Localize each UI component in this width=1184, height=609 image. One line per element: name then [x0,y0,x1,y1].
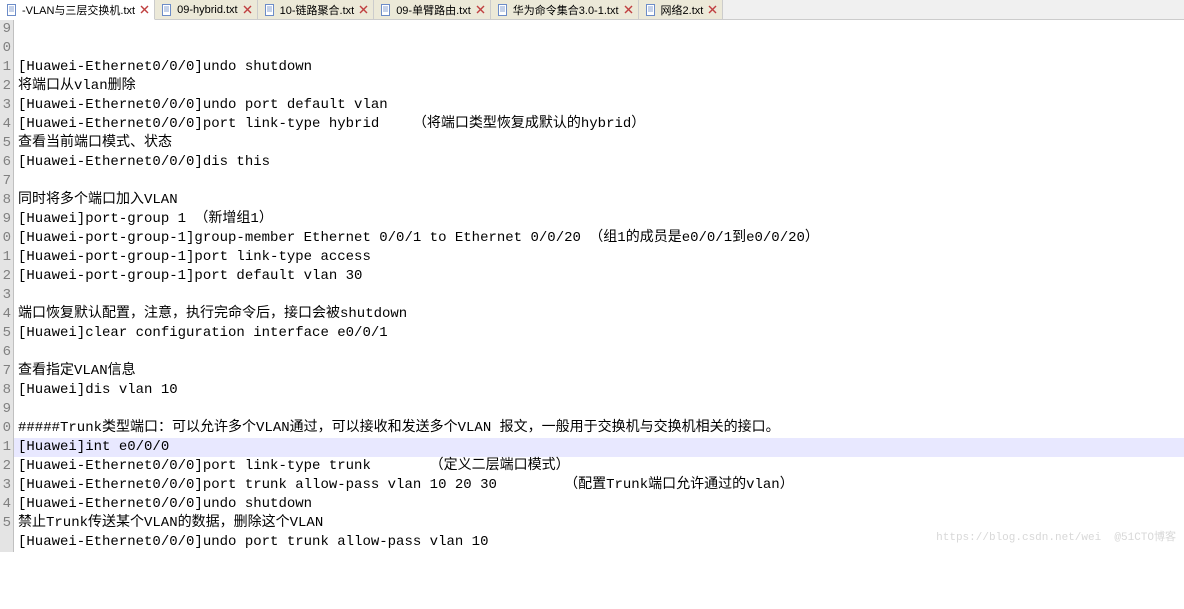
document-icon [264,4,276,16]
file-tab[interactable]: 10-链路聚合.txt [258,0,375,19]
document-icon [161,4,173,16]
code-line[interactable]: [Huawei-port-group-1]port link-type acce… [18,248,1184,267]
code-line[interactable] [18,400,1184,419]
line-number: 1 [0,438,11,457]
code-line[interactable]: #####Trunk类型端口：可以允许多个VLAN通过，可以接收和发送多个VLA… [18,419,1184,438]
code-line[interactable]: [Huawei]dis vlan 10 [18,381,1184,400]
tab-label: -VLAN与三层交换机.txt [22,2,135,18]
line-number: 8 [0,381,11,400]
line-number: 9 [0,20,11,39]
line-number: 9 [0,400,11,419]
code-line[interactable]: 查看指定VLAN信息 [18,362,1184,381]
line-number: 4 [0,115,11,134]
code-line[interactable]: [Huawei-port-group-1]port default vlan 3… [18,267,1184,286]
line-number: 3 [0,286,11,305]
file-tab[interactable]: 华为命令集合3.0-1.txt [491,0,639,19]
code-line[interactable]: [Huawei-Ethernet0/0/0]dis this [18,153,1184,172]
close-icon[interactable] [358,4,369,15]
line-number: 5 [0,324,11,343]
line-number-gutter: 901234567890123456789012345 [0,20,14,552]
close-icon[interactable] [707,4,718,15]
code-line[interactable]: [Huawei]int e0/0/0 [14,438,1184,457]
line-number: 7 [0,362,11,381]
code-line[interactable]: 查看当前端口模式、状态 [18,134,1184,153]
line-number: 6 [0,153,11,172]
line-number: 4 [0,495,11,514]
line-number: 8 [0,191,11,210]
document-icon [380,4,392,16]
close-icon[interactable] [475,4,486,15]
code-line[interactable]: [Huawei-port-group-1]group-member Ethern… [18,229,1184,248]
code-line[interactable]: [Huawei]clear configuration interface e0… [18,324,1184,343]
code-line[interactable]: 将端口从vlan删除 [18,77,1184,96]
line-number: 0 [0,39,11,58]
line-number: 5 [0,134,11,153]
close-icon[interactable] [623,4,634,15]
line-number: 0 [0,229,11,248]
tab-label: 10-链路聚合.txt [280,2,355,18]
code-line[interactable]: [Huawei-Ethernet0/0/0]undo shutdown [18,58,1184,77]
code-line[interactable]: [Huawei-Ethernet0/0/0]port link-type tru… [18,457,1184,476]
tab-label: 华为命令集合3.0-1.txt [513,2,619,18]
tab-bar: -VLAN与三层交换机.txt 09-hybrid.txt 10-链路聚合.txt 0… [0,0,1184,20]
code-content[interactable]: [Huawei-Ethernet0/0/0]undo shutdown将端口从v… [14,20,1184,552]
line-number: 0 [0,419,11,438]
line-number: 5 [0,514,11,533]
close-icon[interactable] [242,4,253,15]
line-number: 9 [0,210,11,229]
code-line[interactable]: 端口恢复默认配置，注意，执行完命令后，接口会被shutdown [18,305,1184,324]
line-number: 6 [0,343,11,362]
document-icon [6,4,18,16]
line-number: 2 [0,267,11,286]
file-tab[interactable]: 09-单臂路由.txt [374,0,491,19]
code-line[interactable] [18,286,1184,305]
code-line[interactable]: [Huawei-Ethernet0/0/0]port trunk allow-p… [18,476,1184,495]
file-tab[interactable]: 09-hybrid.txt [155,0,258,19]
file-tab[interactable]: 网络2.txt [639,0,724,19]
code-line[interactable]: 同时将多个端口加入VLAN [18,191,1184,210]
line-number: 2 [0,457,11,476]
code-line[interactable]: [Huawei-Ethernet0/0/0]undo shutdown [18,495,1184,514]
tab-label: 网络2.txt [661,2,704,18]
line-number: 7 [0,172,11,191]
code-line[interactable] [18,552,1184,571]
file-tab[interactable]: -VLAN与三层交换机.txt [0,0,155,20]
code-line[interactable]: [Huawei-Ethernet0/0/0]undo port trunk al… [18,533,1184,552]
editor-area: 901234567890123456789012345 [Huawei-Ethe… [0,20,1184,552]
document-icon [497,4,509,16]
code-line[interactable]: [Huawei]port-group 1 （新增组1） [18,210,1184,229]
line-number: 2 [0,77,11,96]
close-icon[interactable] [139,4,150,15]
line-number: 3 [0,96,11,115]
line-number: 1 [0,248,11,267]
code-line[interactable] [18,343,1184,362]
code-line[interactable]: [Huawei-Ethernet0/0/0]port link-type hyb… [18,115,1184,134]
tab-label: 09-单臂路由.txt [396,2,471,18]
tab-label: 09-hybrid.txt [177,4,238,16]
document-icon [645,4,657,16]
code-line[interactable]: [Huawei-Ethernet0/0/0]undo port default … [18,96,1184,115]
code-line[interactable]: 禁止Trunk传送某个VLAN的数据，删除这个VLAN [18,514,1184,533]
line-number: 4 [0,305,11,324]
code-line[interactable] [18,172,1184,191]
line-number: 3 [0,476,11,495]
line-number: 1 [0,58,11,77]
